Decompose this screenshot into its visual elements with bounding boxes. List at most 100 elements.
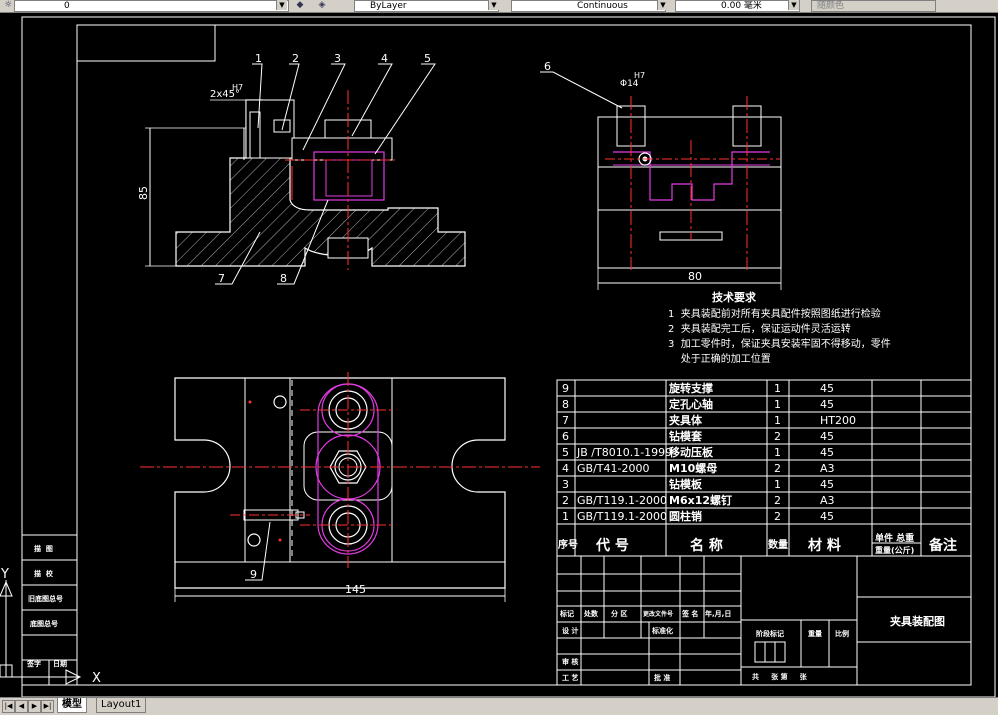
lineweight-dropdown-arrow[interactable]: ▼ [788,0,799,10]
tb-label-zone: 分 区 [611,609,627,618]
bom-cell-qty: 1 [774,478,781,491]
bom-header-mat: 材 料 [808,537,841,554]
layer-combo[interactable]: 0 [14,0,289,12]
tb-label-weight: 重量 [808,629,822,638]
bom-cell-no: 2 [562,494,569,507]
tb-label-date: 年,月,日 [705,609,731,618]
tb-label-design: 设 计 [562,626,578,635]
side-table-base-no: 底图总号 [30,619,58,628]
bom-cell-name: 钻模板 [669,477,703,491]
ucs-y-label: Y [0,567,9,582]
dim-h7-left: H7 [232,83,243,92]
bom-cell-mat: 45 [820,382,834,395]
bom-cell-name: 夹具体 [669,413,703,427]
bom-header-remark: 备注 [928,537,957,554]
bom-cell-mat: A3 [820,462,835,475]
side-table-old-no: 旧底图总号 [28,594,63,603]
bom-cell-no: 8 [562,398,569,411]
layer-state-icon[interactable]: ☼ [2,0,14,10]
tb-drawing-title: 夹具装配图 [890,614,945,628]
properties-toolbar: ☼ 0 ▼ ◆ ◈ ByLayer ▼ Continuous ▼ 0.00 毫米… [0,0,998,13]
drawing-canvas[interactable]: 1 2 3 4 5 7 8 85 2x45° H7 6 Φ14 H7 80 9 … [0,13,998,697]
tb-label-stage: 阶段标记 [756,629,784,638]
dim-80-text: 80 [688,270,702,283]
tech-item-2: 2 夹具装配完工后，保证运动件灵活运转 [668,322,851,335]
side-table-trace: 描 图 [34,544,53,553]
leader-balloon-9 [245,521,271,581]
tb-label-process: 工 艺 [562,673,578,682]
next-tab-button[interactable]: ▶ [28,700,41,713]
side-table-check: 描 校 [34,569,54,578]
top-view-hole-a [248,400,252,404]
dim-dia-right: Φ14 [620,79,639,89]
side-table-date: 日期 [53,659,67,668]
balloon-4: 4 [381,52,388,65]
front-view-hatched-body [175,99,466,267]
bom-cell-name: 移动压板 [669,445,714,459]
bom-cell-qty: 1 [774,414,781,427]
tech-item-4: 处于正确的加工位置 [668,352,771,365]
tab-model[interactable]: 模型 [57,698,87,713]
bom-cell-qty: 1 [774,382,781,395]
paper-outer-border [21,16,996,697]
top-view: 9 145 [140,372,540,602]
plotstyle-value: 随颜色 [817,1,845,11]
bom-cell-mat: 45 [820,430,834,443]
bom-cell-no: 4 [562,462,569,475]
make-current-layer-icon[interactable]: ◆ [294,0,306,10]
dim-85-text: 85 [137,186,150,200]
balloon-5: 5 [424,52,431,65]
plotstyle-combo[interactable]: 随颜色 [811,0,936,12]
bom-cell-mat: 45 [820,398,834,411]
side-view-lower-body [597,166,782,211]
bom-header-weight-bottom: 重量(公斤) [875,545,914,555]
lineweight-combo[interactable]: 0.00 毫米 [675,0,800,12]
side-signature-table: 描 图 描 校 旧底图总号 底图总号 签字 日期 [21,534,78,686]
bom-cell-code: GB/T119.1-2000 [577,494,667,507]
balloon-1: 1 [255,52,262,65]
tb-label-review: 审 核 [562,657,578,666]
side-view-base [597,209,782,269]
bom-cell-code: GB/T41-2000 [577,462,649,475]
side-view: 6 Φ14 H7 80 [540,60,782,290]
color-combo[interactable]: ByLayer [354,0,499,12]
leader-balloon-6 [540,71,623,109]
bom-cell-name: 定孔心轴 [669,397,713,411]
tb-label-sign: 签 名 [681,609,698,618]
balloon-3: 3 [334,52,341,65]
leader-balloon-4 [351,63,393,137]
bom-cell-qty: 2 [774,494,781,507]
last-tab-button[interactable]: ▶| [41,700,54,713]
layer-value: 0 [64,1,70,11]
front-view-screw [273,119,291,133]
linetype-value: Continuous [577,1,628,11]
balloon-7: 7 [218,272,225,285]
front-view: 1 2 3 4 5 7 8 85 2x45° H7 [137,52,466,285]
bom-cell-name: M6x12螺钉 [669,493,732,507]
bom-cell-no: 5 [562,446,569,459]
linetype-combo[interactable]: Continuous [511,0,666,12]
balloon-8: 8 [280,272,287,285]
first-tab-button[interactable]: |◀ [2,700,15,713]
side-table-sign: 签字 [26,659,41,668]
top-view-pin-bottom [247,533,261,547]
bom-cell-no: 7 [562,414,569,427]
bom-cell-mat: 45 [820,446,834,459]
balloon-6: 6 [544,60,551,73]
layer-dropdown-arrow[interactable]: ▼ [276,0,287,10]
bom-cell-no: 1 [562,510,569,523]
tab-layout1[interactable]: Layout1 [96,698,147,713]
color-dropdown-arrow[interactable]: ▼ [488,0,499,10]
bom-cell-mat: HT200 [820,414,856,427]
linetype-dropdown-arrow[interactable]: ▼ [657,0,668,10]
technical-requirements: 技术要求 1 夹具装配前对所有夹具配件按照图纸进行检验 2 夹具装配完工后，保证… [668,290,891,365]
tb-label-approve: 批 准 [654,673,670,682]
tb-label-scale: 比例 [835,629,849,638]
bom-header-name: 名 称 [690,537,723,554]
layer-previous-icon[interactable]: ◈ [316,0,328,10]
prev-tab-button[interactable]: ◀ [15,700,28,713]
color-value: ByLayer [370,1,407,11]
balloon-2: 2 [292,52,299,65]
bom-cell-code: GB/T119.1-2000 [577,510,667,523]
tb-label-count: 处数 [583,609,599,618]
